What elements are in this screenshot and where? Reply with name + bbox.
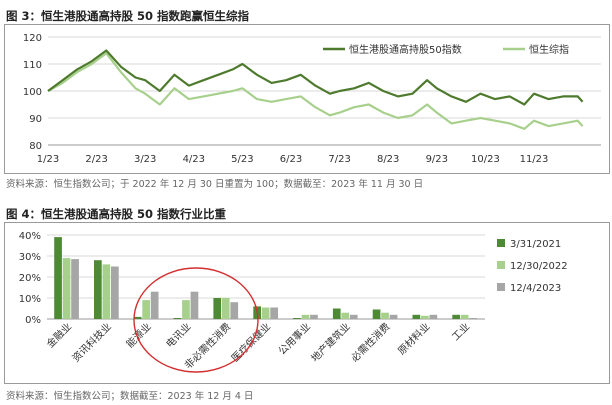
bar [293, 318, 301, 319]
legend-swatch [497, 261, 505, 269]
legend-label: 12/30/2022 [510, 261, 568, 272]
line-chart: 80 90 100 110 120 1/23 2/23 3/23 4/23 5/23 6/23 7/2… [23, 33, 601, 165]
category-label: 工业 [450, 321, 473, 344]
x-tick-label: 5/23 [231, 154, 253, 165]
category-label: 能源业 [123, 320, 153, 350]
x-tick-label: 3/23 [134, 154, 156, 165]
category-label: 电讯业 [163, 320, 193, 350]
bar [102, 264, 111, 319]
x-tick-label: 8/23 [377, 154, 399, 165]
category-label: 医疗保健业 [229, 320, 274, 365]
legend-label: 恒生综指 [529, 43, 569, 56]
x-tick-label: 6/23 [280, 154, 302, 165]
bar [460, 314, 469, 319]
category-label: 资讯科技业 [69, 320, 114, 365]
bar [301, 314, 310, 319]
x-tick-label: 1/23 [37, 154, 59, 165]
bar [270, 307, 278, 319]
bar [389, 314, 398, 319]
figure-4-source: 资料来源：恒生指数公司；数据截至：2023 年 12 月 4 日 [6, 391, 254, 402]
figure-4-title: 图 4：恒生港股通高持股 50 指数行业比重 [6, 207, 227, 221]
category-label: 必需性消费 [348, 320, 393, 365]
x-tick-label: 7/23 [328, 154, 350, 165]
bar [381, 312, 389, 319]
bar [190, 291, 199, 319]
y-tick-label: 100 [23, 87, 42, 98]
y-tick-label: 0% [25, 315, 41, 326]
y-tick-label: 90 [29, 114, 42, 125]
legend-label: 3/31/2021 [510, 239, 561, 250]
bar [310, 314, 318, 319]
bar [133, 316, 142, 319]
category-label: 地产建筑业 [308, 320, 353, 365]
bar [94, 260, 102, 319]
series-line [47, 49, 584, 106]
bar [452, 314, 460, 319]
category-label: 公用事业 [275, 320, 312, 357]
y-tick-label: 110 [23, 60, 42, 71]
bar [261, 307, 270, 319]
bar [421, 315, 429, 319]
x-tick-label: 11/23 [520, 154, 549, 165]
x-tick-label: 10/23 [471, 154, 500, 165]
legend-label: 12/4/2023 [510, 283, 561, 294]
bar [412, 314, 421, 319]
x-tick-label: 9/23 [426, 154, 448, 165]
y-tick-label: 80 [29, 141, 42, 152]
bar [469, 318, 477, 319]
x-tick-label: 4/23 [183, 154, 205, 165]
bar [253, 306, 261, 319]
bar [182, 300, 190, 319]
bar [142, 300, 150, 319]
bar [173, 318, 182, 319]
figure-3-source: 资料来源：恒生指数公司；于 2022 年 12 月 30 日重置为 100；数据… [6, 179, 424, 190]
y-tick-label: 10% [19, 294, 41, 305]
bar [71, 259, 79, 319]
bar [429, 314, 438, 319]
y-tick-label: 120 [23, 33, 42, 44]
bar [221, 298, 230, 319]
y-tick-label: 20% [19, 273, 41, 284]
category-label: 金融业 [44, 320, 74, 350]
x-tick-label: 2/23 [85, 154, 107, 165]
category-label: 原材料业 [395, 320, 432, 357]
legend-swatch [497, 239, 505, 247]
figure-3-title: 图 3：恒生港股通高持股 50 指数跑赢恒生综指 [6, 9, 250, 23]
bar [230, 302, 239, 319]
y-tick-label: 40% [19, 231, 41, 242]
bar-chart-panel: 0% 10% 20% 30% 40% 金融业 资讯科技业 能源业 电讯业 非必需性消费 医疗保健业公… [4, 222, 610, 384]
bar [111, 266, 119, 319]
bar [62, 258, 71, 319]
bar [332, 308, 341, 319]
y-tick-label: 30% [19, 252, 41, 263]
bar [349, 314, 358, 319]
bar [341, 312, 350, 319]
line-chart-panel: 80 90 100 110 120 1/23 2/23 3/23 4/23 5/23 6/23 7/2… [4, 24, 610, 174]
bar [213, 298, 222, 319]
legend-label: 恒生港股通高持股50指数 [349, 43, 462, 56]
legend-swatch [497, 283, 505, 291]
bar [372, 309, 381, 319]
bar [54, 237, 62, 319]
bar [150, 291, 159, 319]
bar-chart: 0%10%20%30%40%金融业资讯科技业 能源业 电讯业非必需性消费医疗保健业公… [19, 231, 568, 372]
